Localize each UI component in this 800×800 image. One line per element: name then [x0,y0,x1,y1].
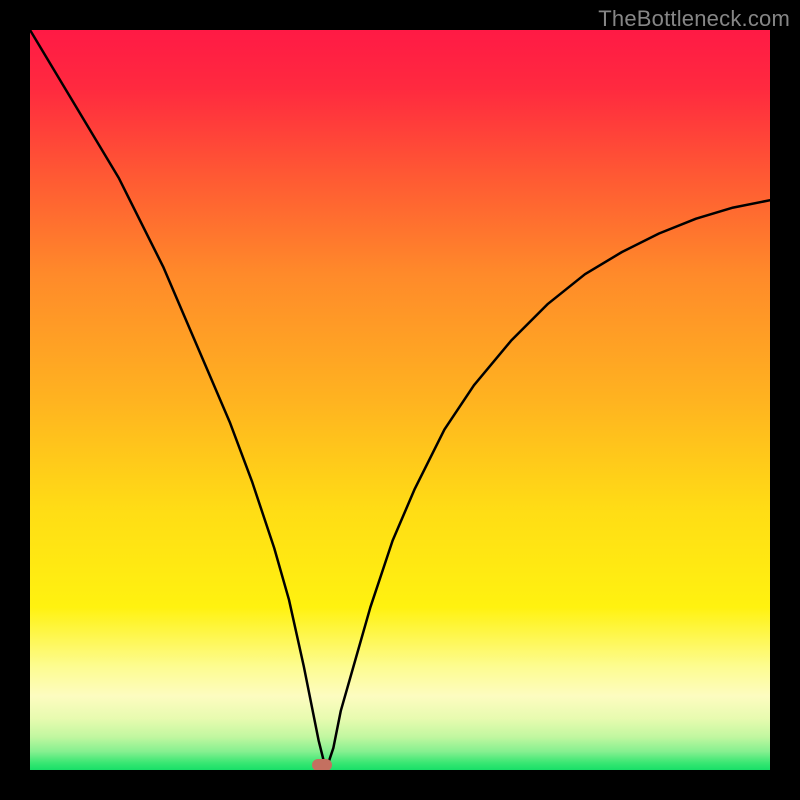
plot-area [30,30,770,770]
chart-frame: TheBottleneck.com [0,0,800,800]
bottleneck-curve [30,30,770,770]
optimum-marker [312,759,332,770]
watermark-text: TheBottleneck.com [598,6,790,32]
